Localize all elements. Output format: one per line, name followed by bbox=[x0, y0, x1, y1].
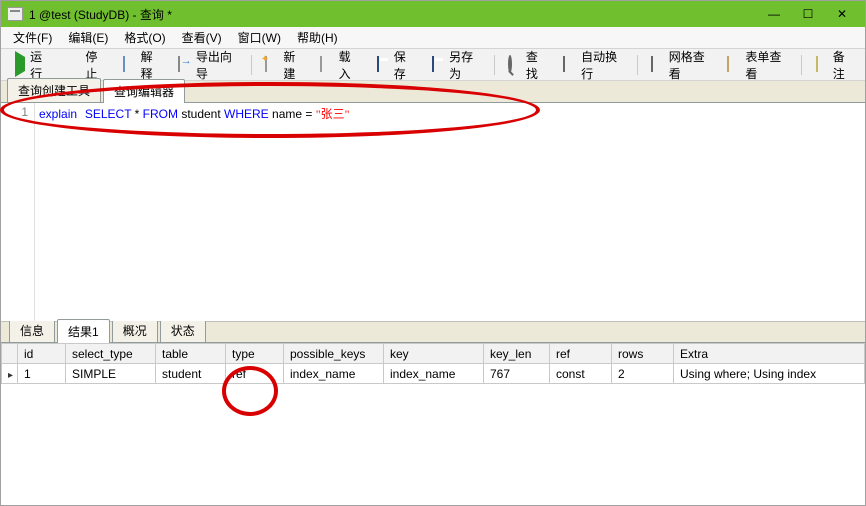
grid-icon bbox=[651, 56, 653, 72]
save-as-label: 另存为 bbox=[449, 48, 481, 82]
new-button[interactable]: 新建 bbox=[258, 44, 311, 86]
minimize-button[interactable]: — bbox=[757, 1, 791, 27]
stop-label: 停止 bbox=[85, 48, 106, 82]
col-ref[interactable]: ref bbox=[550, 344, 612, 364]
save-label: 保存 bbox=[394, 48, 415, 82]
load-icon bbox=[320, 56, 322, 72]
tab-info[interactable]: 信息 bbox=[9, 318, 55, 342]
save-button[interactable]: 保存 bbox=[369, 44, 422, 86]
save-as-icon bbox=[432, 56, 434, 72]
find-button[interactable]: 查找 bbox=[501, 44, 554, 86]
window-controls: — ☐ ✕ bbox=[757, 1, 859, 27]
toolbar-separator bbox=[801, 55, 802, 75]
cell-extra[interactable]: Using where; Using index bbox=[674, 364, 865, 384]
cell-possible-keys[interactable]: index_name bbox=[284, 364, 384, 384]
sql-keyword: WHERE bbox=[224, 107, 269, 121]
result-tab-strip: 信息 结果1 概况 状态 bbox=[1, 321, 865, 343]
toolbar-separator bbox=[637, 55, 638, 75]
line-gutter: 1 bbox=[1, 103, 35, 321]
new-label: 新建 bbox=[283, 48, 304, 82]
table-row[interactable]: 1 SIMPLE student ref index_name index_na… bbox=[2, 364, 865, 384]
col-possible-keys[interactable]: possible_keys bbox=[284, 344, 384, 364]
sql-text: student bbox=[178, 107, 224, 121]
sql-keyword: FROM bbox=[143, 107, 178, 121]
tab-query-builder[interactable]: 查询创建工具 bbox=[7, 78, 101, 102]
sql-editor[interactable]: 1 explain SELECT * FROM student WHERE na… bbox=[1, 103, 865, 321]
cell-type[interactable]: ref bbox=[226, 364, 284, 384]
export-wizard-label: 导出向导 bbox=[196, 48, 238, 82]
sql-keyword: SELECT bbox=[85, 107, 131, 121]
line-number: 1 bbox=[1, 105, 28, 119]
note-button[interactable]: 备注 bbox=[808, 44, 861, 86]
wizard-icon bbox=[178, 56, 180, 72]
cell-select-type[interactable]: SIMPLE bbox=[66, 364, 156, 384]
explain-label: 解释 bbox=[141, 48, 162, 82]
col-key-len[interactable]: key_len bbox=[484, 344, 550, 364]
maximize-button[interactable]: ☐ bbox=[791, 1, 825, 27]
cell-key-len[interactable]: 767 bbox=[484, 364, 550, 384]
explain-icon bbox=[123, 56, 125, 72]
close-button[interactable]: ✕ bbox=[825, 1, 859, 27]
toolbar-separator bbox=[494, 55, 495, 75]
grid-view-label: 网格查看 bbox=[669, 48, 711, 82]
save-icon bbox=[377, 56, 379, 72]
play-icon bbox=[15, 51, 25, 77]
form-icon bbox=[727, 56, 729, 72]
col-select-type[interactable]: select_type bbox=[66, 344, 156, 364]
sql-string: "张三" bbox=[316, 107, 350, 121]
grid-header-row: id select_type table type possible_keys … bbox=[2, 344, 865, 364]
row-selector-header bbox=[2, 344, 18, 364]
search-icon bbox=[508, 55, 512, 73]
tab-query-editor[interactable]: 查询编辑器 bbox=[103, 79, 185, 103]
load-button[interactable]: 载入 bbox=[313, 44, 366, 86]
tab-status[interactable]: 状态 bbox=[160, 318, 206, 342]
sql-keyword: explain bbox=[39, 107, 77, 121]
col-key[interactable]: key bbox=[384, 344, 484, 364]
cell-table[interactable]: student bbox=[156, 364, 226, 384]
toolbar-separator bbox=[251, 55, 252, 75]
col-table[interactable]: table bbox=[156, 344, 226, 364]
title-bar: 1 @test (StudyDB) - 查询 * — ☐ ✕ bbox=[1, 1, 865, 27]
result-grid[interactable]: id select_type table type possible_keys … bbox=[1, 343, 865, 505]
auto-wrap-label: 自动换行 bbox=[581, 48, 623, 82]
grid-view-button[interactable]: 网格查看 bbox=[644, 44, 719, 86]
sql-text: * bbox=[131, 107, 142, 121]
window-title: 1 @test (StudyDB) - 查询 * bbox=[29, 6, 757, 23]
tab-result1[interactable]: 结果1 bbox=[57, 319, 110, 343]
col-extra[interactable]: Extra bbox=[674, 344, 865, 364]
wrap-icon bbox=[563, 56, 565, 72]
auto-wrap-button[interactable]: 自动换行 bbox=[556, 44, 631, 86]
cell-rows[interactable]: 2 bbox=[612, 364, 674, 384]
toolbar: 运行 停止 解释 导出向导 新建 载入 保存 另存为 查找 自动换行 网格查看 … bbox=[1, 49, 865, 81]
cell-key[interactable]: index_name bbox=[384, 364, 484, 384]
col-type[interactable]: type bbox=[226, 344, 284, 364]
col-rows[interactable]: rows bbox=[612, 344, 674, 364]
note-icon bbox=[816, 56, 818, 72]
form-view-button[interactable]: 表单查看 bbox=[720, 44, 795, 86]
sql-text: name = bbox=[269, 107, 316, 121]
find-label: 查找 bbox=[526, 48, 547, 82]
note-label: 备注 bbox=[833, 48, 854, 82]
tab-profile[interactable]: 概况 bbox=[112, 318, 158, 342]
app-icon bbox=[7, 7, 23, 21]
run-label: 运行 bbox=[30, 48, 51, 82]
col-id[interactable]: id bbox=[18, 344, 66, 364]
save-as-button[interactable]: 另存为 bbox=[424, 44, 488, 86]
code-area[interactable]: explain SELECT * FROM student WHERE name… bbox=[35, 103, 865, 321]
form-view-label: 表单查看 bbox=[745, 48, 787, 82]
cell-ref[interactable]: const bbox=[550, 364, 612, 384]
row-indicator-icon bbox=[2, 364, 18, 384]
new-icon bbox=[265, 56, 267, 72]
cell-id[interactable]: 1 bbox=[18, 364, 66, 384]
load-label: 载入 bbox=[339, 48, 360, 82]
